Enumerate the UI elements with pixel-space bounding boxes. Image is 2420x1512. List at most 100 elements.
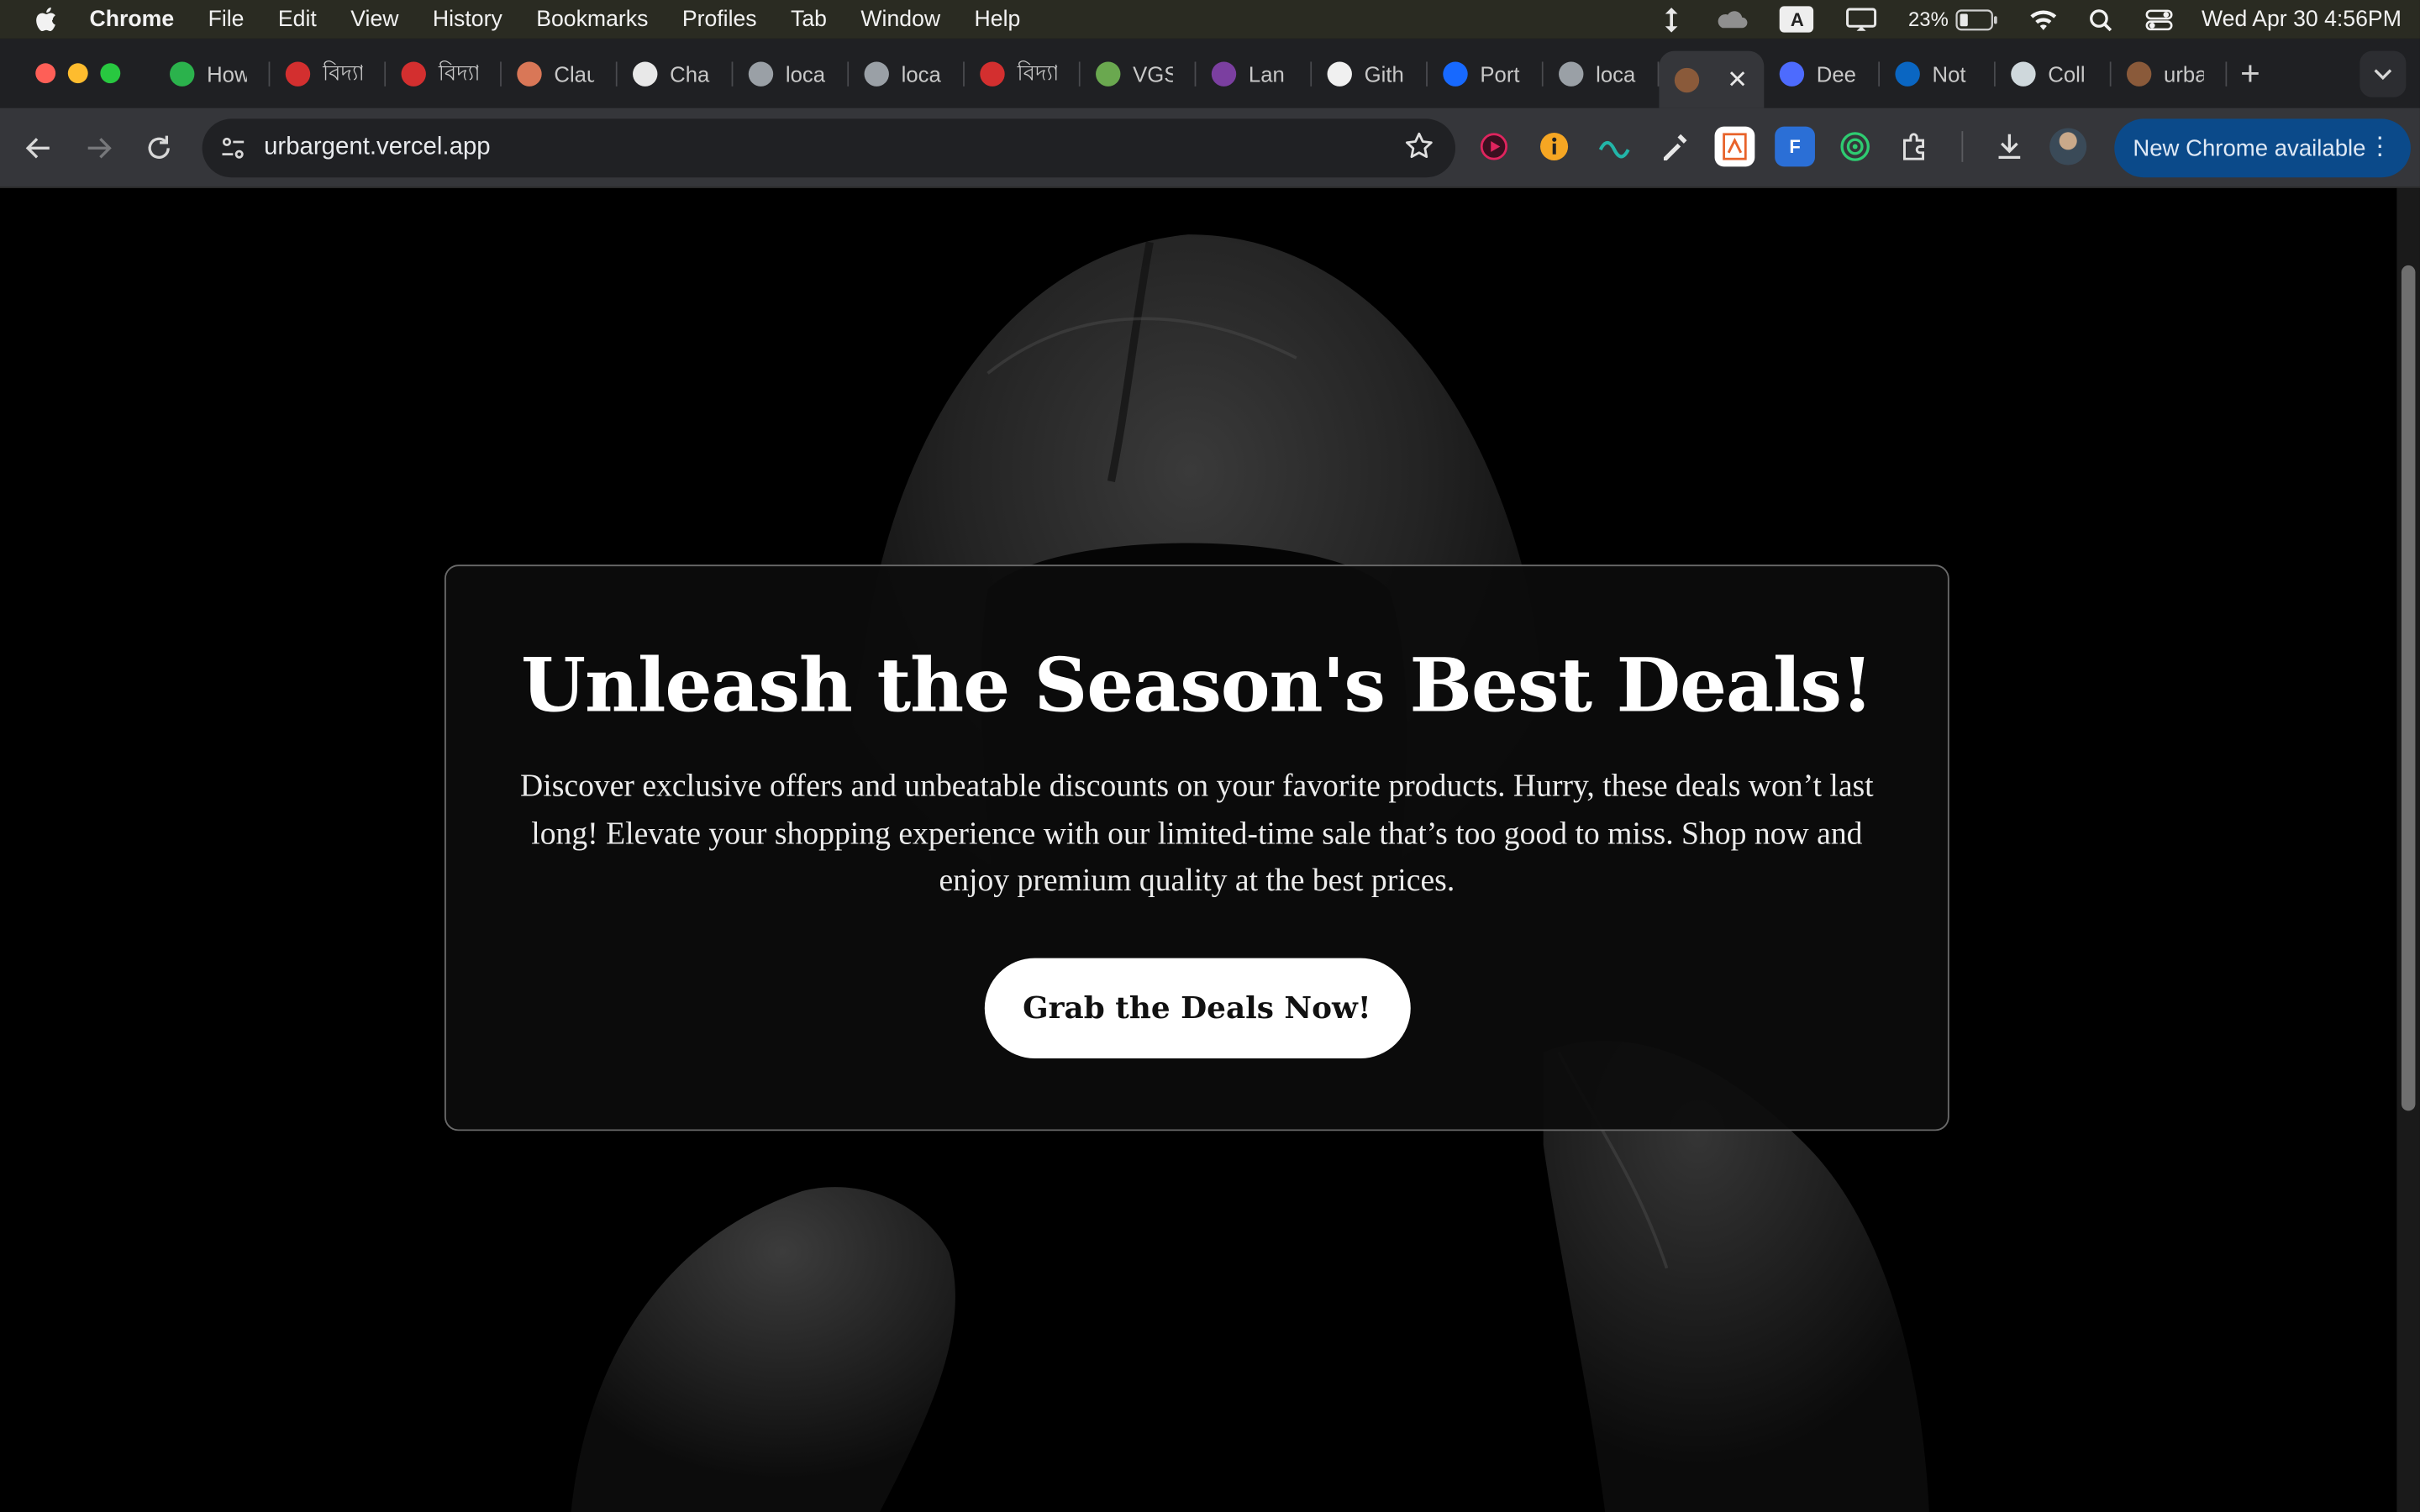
tab-list: How বিদ্যা বিদ্যা Clau Cha loca loca বিদ্যা VGS L… bbox=[155, 39, 2228, 108]
browser-tab[interactable]: Coll bbox=[1996, 46, 2112, 100]
hero-card: Unleash the Season's Best Deals! Discove… bbox=[444, 564, 1949, 1131]
browser-tab[interactable]: urba bbox=[2112, 46, 2228, 100]
menu-edit[interactable]: Edit bbox=[261, 7, 334, 31]
browser-tab[interactable]: Lan bbox=[1196, 46, 1313, 100]
cloud-icon[interactable] bbox=[1702, 0, 1763, 39]
browser-tab[interactable]: বিদ্যা bbox=[270, 46, 387, 100]
browser-tab[interactable]: Not bbox=[1880, 46, 1996, 100]
wifi-icon[interactable] bbox=[2013, 0, 2075, 39]
browser-tab[interactable]: Dee bbox=[1764, 46, 1881, 100]
control-center-icon[interactable] bbox=[2131, 0, 2190, 39]
menu-bookmarks[interactable]: Bookmarks bbox=[519, 7, 666, 31]
battery-status[interactable]: 23% bbox=[1893, 0, 2013, 39]
extensions-row: F bbox=[1474, 126, 2087, 167]
zoom-window-button[interactable] bbox=[100, 63, 121, 84]
menu-clock[interactable]: Wed Apr 30 4:56PM bbox=[2189, 0, 2420, 39]
tab-title: Clau bbox=[554, 60, 595, 86]
tab-title: loca bbox=[1596, 60, 1636, 86]
keyboard-input-icon[interactable]: A bbox=[1763, 0, 1831, 39]
browser-tab[interactable]: বিদ্যা bbox=[386, 46, 502, 100]
menu-app-name[interactable]: Chrome bbox=[90, 7, 192, 31]
browser-tab[interactable]: Cha bbox=[618, 46, 734, 100]
menu-profiles[interactable]: Profiles bbox=[666, 7, 774, 31]
page-scrollbar[interactable] bbox=[2396, 188, 2420, 1512]
browser-tab[interactable]: Gith bbox=[1312, 46, 1428, 100]
back-button[interactable] bbox=[8, 117, 68, 178]
tab-favicon-icon bbox=[1674, 66, 1700, 92]
tab-favicon-icon bbox=[1327, 60, 1352, 86]
forward-button[interactable] bbox=[68, 117, 129, 178]
new-tab-button[interactable]: + bbox=[2227, 53, 2273, 93]
screen-recorder-extension-icon[interactable] bbox=[1474, 127, 1514, 167]
extensions-puzzle-icon[interactable] bbox=[1895, 127, 1935, 167]
tab-title: Cha bbox=[670, 60, 710, 86]
address-bar[interactable]: urbargent.vercel.app bbox=[202, 118, 1456, 178]
downloads-icon[interactable] bbox=[1990, 127, 2030, 167]
browser-tab[interactable]: How bbox=[155, 46, 271, 100]
apple-logo-icon[interactable] bbox=[0, 6, 90, 32]
tab-title: urba bbox=[2164, 60, 2204, 86]
tab-favicon-icon bbox=[2011, 60, 2036, 86]
menu-window[interactable]: Window bbox=[844, 7, 957, 31]
browser-tab[interactable]: loca bbox=[1544, 46, 1660, 100]
new-chrome-available-button[interactable]: New Chrome available ⋮ bbox=[2114, 118, 2411, 178]
tab-favicon-icon bbox=[980, 60, 1005, 86]
close-window-button[interactable] bbox=[35, 63, 56, 84]
tab-title: How bbox=[207, 60, 247, 86]
tab-title: বিদ্যা bbox=[322, 59, 363, 85]
bookmark-star-icon[interactable] bbox=[1404, 131, 1434, 170]
grab-deals-button[interactable]: Grab the Deals Now! bbox=[983, 957, 1410, 1058]
tab-favicon-icon bbox=[1096, 60, 1121, 86]
profile-avatar[interactable] bbox=[2049, 128, 2087, 165]
kebab-menu-icon[interactable]: ⋮ bbox=[2367, 131, 2391, 162]
color-picker-extension-icon[interactable] bbox=[1655, 127, 1695, 167]
minimize-window-button[interactable] bbox=[67, 63, 88, 84]
pdf-extension-icon[interactable] bbox=[1714, 126, 1755, 167]
arrows-updown-icon[interactable] bbox=[1643, 0, 1702, 39]
tab-title: বিদ্যা bbox=[1017, 59, 1058, 85]
tab-favicon-icon bbox=[517, 60, 542, 86]
wave-extension-icon[interactable] bbox=[1594, 127, 1634, 167]
tab-title: Gith bbox=[1364, 60, 1404, 86]
menu-help[interactable]: Help bbox=[957, 7, 1037, 31]
tab-title: Coll bbox=[2048, 60, 2086, 86]
browser-tab[interactable]: Port bbox=[1428, 46, 1544, 100]
display-icon[interactable] bbox=[1831, 0, 1892, 39]
menu-tab[interactable]: Tab bbox=[774, 7, 844, 31]
url-text[interactable]: urbargent.vercel.app bbox=[264, 134, 491, 162]
tab-favicon-icon bbox=[1211, 60, 1237, 86]
tab-favicon-icon bbox=[401, 60, 426, 86]
reload-icon bbox=[147, 134, 169, 159]
target-extension-icon[interactable] bbox=[1835, 127, 1876, 167]
chrome-tab-strip: How বিদ্যা বিদ্যা Clau Cha loca loca বিদ্যা VGS L… bbox=[0, 38, 2420, 108]
browser-tab[interactable]: loca bbox=[733, 46, 850, 100]
spotlight-search-icon[interactable] bbox=[2075, 0, 2130, 39]
toolbar-divider bbox=[1961, 131, 1964, 162]
tab-search-button[interactable] bbox=[2360, 50, 2407, 97]
browser-tab-active[interactable]: ✕ bbox=[1659, 50, 1765, 108]
info-extension-icon[interactable] bbox=[1534, 127, 1575, 167]
browser-tab[interactable]: Clau bbox=[502, 46, 618, 100]
menu-view[interactable]: View bbox=[334, 7, 416, 31]
tab-title: loca bbox=[901, 60, 941, 86]
tab-title: Not bbox=[1932, 60, 1966, 86]
tab-title: loca bbox=[785, 60, 826, 86]
reload-button[interactable] bbox=[128, 117, 188, 178]
browser-tab[interactable]: VGS bbox=[1081, 46, 1197, 100]
tab-favicon-icon bbox=[170, 60, 195, 86]
browser-tab[interactable]: বিদ্যা bbox=[965, 46, 1081, 100]
tab-favicon-icon bbox=[748, 60, 774, 86]
tab-title: Dee bbox=[1816, 60, 1856, 86]
tab-favicon-icon bbox=[2126, 60, 2152, 86]
menu-file[interactable]: File bbox=[191, 7, 260, 31]
menu-history[interactable]: History bbox=[416, 7, 519, 31]
tab-favicon-icon bbox=[633, 60, 658, 86]
arrow-right-icon bbox=[87, 137, 111, 158]
close-tab-icon[interactable]: ✕ bbox=[1727, 64, 1748, 95]
scrollbar-thumb[interactable] bbox=[2401, 265, 2416, 1111]
font-extension-icon[interactable]: F bbox=[1775, 126, 1815, 167]
hero-title: Unleash the Season's Best Deals! bbox=[521, 643, 1873, 730]
site-info-icon[interactable] bbox=[205, 134, 260, 162]
browser-tab[interactable]: loca bbox=[849, 46, 965, 100]
tab-title: বিদ্যা bbox=[438, 59, 479, 85]
